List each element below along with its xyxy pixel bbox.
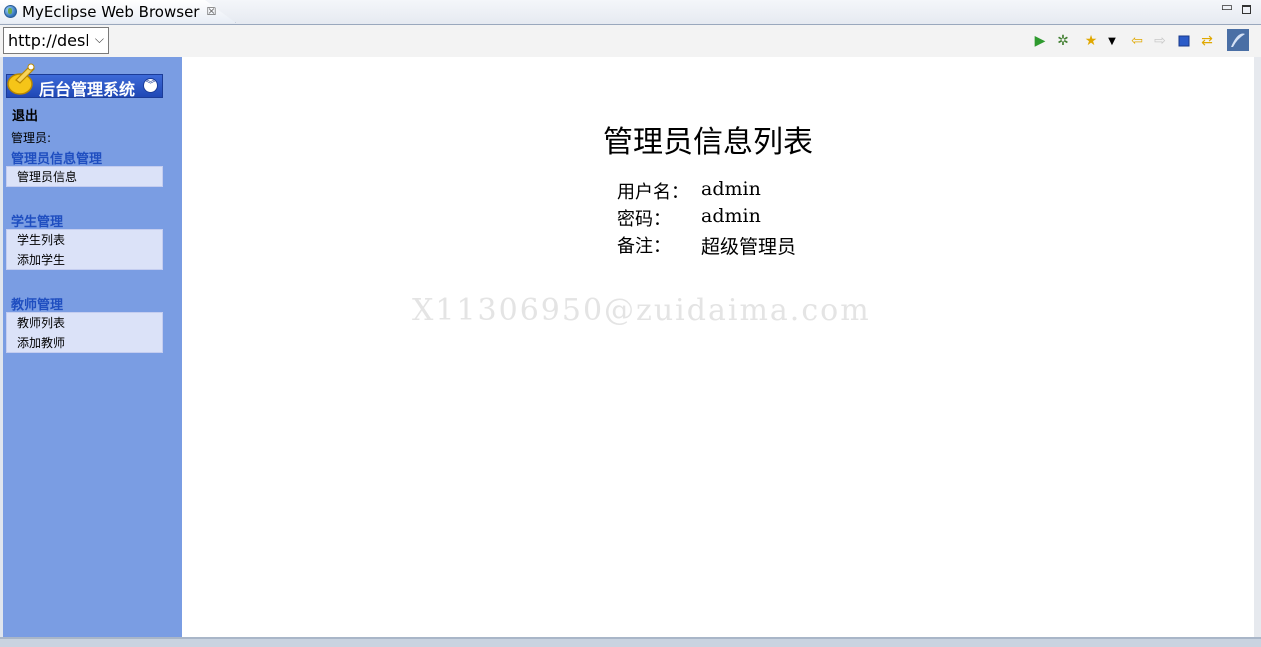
password-value: admin (701, 205, 761, 227)
debug-icon[interactable]: ✲ (1055, 33, 1071, 49)
back-icon[interactable]: ⇦ (1129, 33, 1145, 49)
sidebar: 后台管理系统 ︾ 退出 管理员: 管理员信息管理 管理员信息 学生管理 学生列表… (3, 57, 182, 637)
browser-toolbar: http://desk ⌵ ▶ ✲ ★ ▼ ⇦ ⇨ ⇄ (0, 25, 1261, 57)
system-logo-icon (7, 63, 35, 95)
menu-item-add-teacher[interactable]: 添加教师 (7, 333, 162, 353)
bottom-status-bar (0, 637, 1261, 647)
group-box-admin: 管理员信息 (6, 166, 163, 187)
myeclipse-icon[interactable] (1227, 29, 1249, 51)
collapse-icon[interactable]: ︾ (143, 78, 158, 93)
stop-icon[interactable] (1176, 33, 1192, 49)
remark-label: 备注： (617, 236, 671, 257)
group-title-admin[interactable]: 管理员信息管理 (11, 148, 102, 167)
editor-tab-bar: MyEclipse Web Browser ☒ ▭ (0, 0, 1261, 25)
group-box-teachers: 教师列表 添加教师 (6, 312, 163, 353)
tab-title: MyEclipse Web Browser (22, 2, 200, 21)
password-label: 密码： (617, 209, 671, 230)
browser-tab[interactable]: MyEclipse Web Browser ☒ (0, 0, 236, 23)
browser-viewport: 后台管理系统 ︾ 退出 管理员: 管理员信息管理 管理员信息 学生管理 学生列表… (3, 57, 1254, 637)
remark-value: 超级管理员 (701, 236, 797, 258)
group-title-teachers[interactable]: 教师管理 (11, 294, 63, 313)
logout-link[interactable]: 退出 (12, 105, 38, 124)
username-value: admin (701, 178, 761, 200)
group-title-students[interactable]: 学生管理 (11, 211, 63, 230)
run-icon[interactable]: ▶ (1032, 33, 1048, 49)
menu-item-teacher-list[interactable]: 教师列表 (7, 313, 162, 333)
admin-label: 管理员: (11, 131, 52, 145)
favorites-icon[interactable]: ★ (1083, 33, 1099, 49)
refresh-icon[interactable]: ⇄ (1199, 33, 1215, 49)
minimize-icon[interactable]: ▭ (1221, 0, 1233, 15)
menu-item-add-student[interactable]: 添加学生 (7, 250, 162, 270)
close-icon[interactable]: ☒ (206, 5, 216, 18)
maximize-icon[interactable] (1242, 5, 1251, 14)
menu-item-admin-info[interactable]: 管理员信息 (7, 167, 162, 187)
username-label: 用户名： (617, 182, 689, 203)
url-combo[interactable]: http://desk ⌵ (3, 27, 109, 54)
dropdown-icon[interactable]: ▼ (1104, 33, 1120, 49)
system-header: 后台管理系统 ︾ (6, 63, 163, 99)
page-title: 管理员信息列表 (603, 125, 813, 160)
watermark-text: X11306950@zuidaima.com (412, 293, 871, 328)
chevron-down-icon[interactable]: ⌵ (95, 32, 104, 47)
menu-item-student-list[interactable]: 学生列表 (7, 230, 162, 250)
forward-icon[interactable]: ⇨ (1152, 33, 1168, 49)
system-title: 后台管理系统 (39, 80, 136, 99)
vertical-scrollbar[interactable] (1254, 57, 1261, 637)
globe-icon (4, 5, 17, 18)
group-box-students: 学生列表 添加学生 (6, 229, 163, 270)
url-input[interactable]: http://desk (4, 31, 88, 50)
